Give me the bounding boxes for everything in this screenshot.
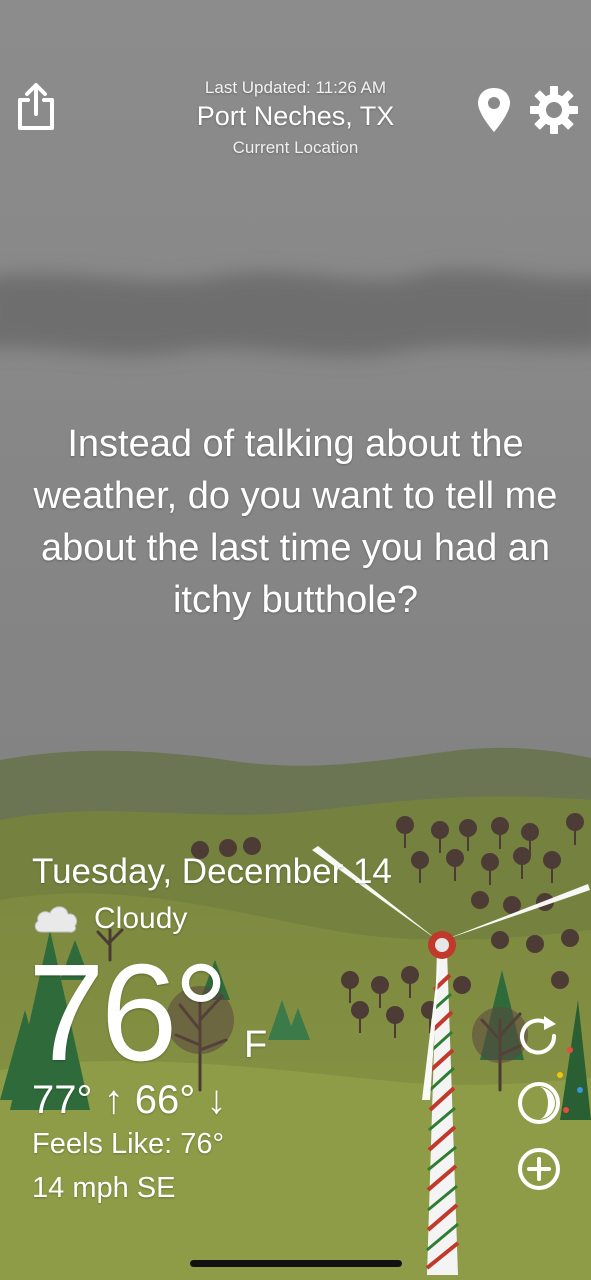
gear-icon xyxy=(530,86,578,134)
moon-phase-button[interactable] xyxy=(514,1078,564,1128)
refresh-button[interactable] xyxy=(514,1012,564,1062)
refresh-icon xyxy=(520,1016,557,1055)
add-location-button[interactable] xyxy=(514,1144,564,1194)
cloud-icon xyxy=(32,900,80,936)
cloud-band xyxy=(0,269,591,357)
temperature-unit[interactable]: F xyxy=(244,1024,267,1067)
high-low-temperature: 77° ↑ 66° ↓ xyxy=(32,1078,227,1122)
wind-label: 14 mph SE xyxy=(32,1172,176,1204)
date-label: Tuesday, December 14 xyxy=(32,852,392,891)
feels-like-label: Feels Like: 76° xyxy=(32,1128,225,1160)
current-location-label: Current Location xyxy=(232,138,359,157)
home-indicator[interactable] xyxy=(190,1260,402,1267)
location-button[interactable] xyxy=(474,86,514,134)
weather-message: Instead of talking about the weather, do… xyxy=(33,423,558,621)
current-temperature: 76° xyxy=(28,936,229,1090)
add-circle-icon xyxy=(518,1148,560,1190)
location-pin-icon xyxy=(478,88,510,132)
condition-label: Cloudy xyxy=(94,902,188,935)
settings-button[interactable] xyxy=(528,84,580,136)
moon-phase-icon xyxy=(518,1082,560,1124)
